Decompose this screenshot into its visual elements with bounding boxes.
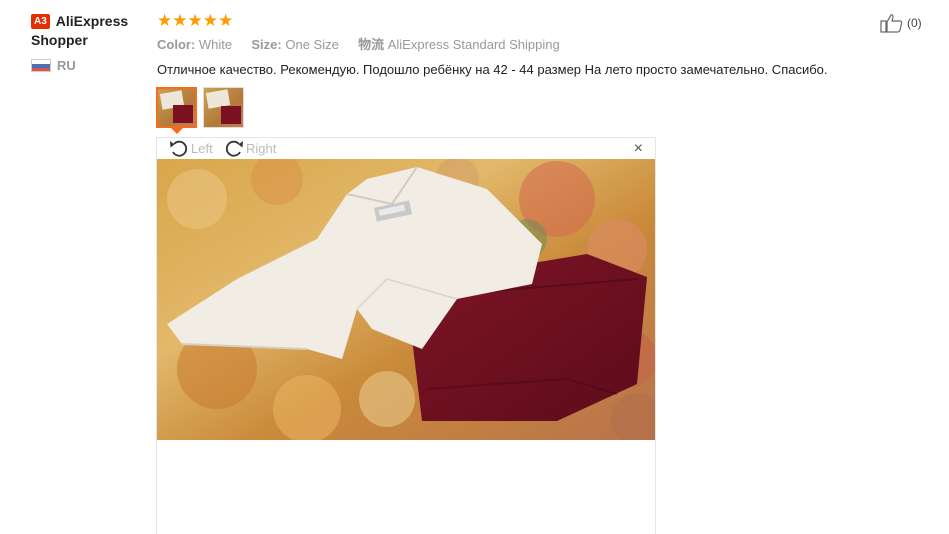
thumbnail-1[interactable] bbox=[156, 87, 197, 128]
ru-flag-icon bbox=[31, 59, 51, 72]
like-count: (0) bbox=[907, 16, 922, 30]
review-photo bbox=[157, 159, 655, 440]
size-value: One Size bbox=[285, 37, 339, 52]
image-viewer: Left Right × bbox=[156, 137, 656, 534]
rotate-left-button[interactable]: Left bbox=[168, 138, 213, 158]
reviewer-name-line2: Shopper bbox=[31, 32, 88, 48]
close-viewer-button[interactable]: × bbox=[634, 141, 643, 157]
viewer-toolbar: Left Right × bbox=[157, 138, 655, 159]
shipping-label: 物流 bbox=[358, 37, 385, 52]
star-rating: ★★★★★ bbox=[157, 11, 234, 30]
active-thumbnail-pointer bbox=[171, 128, 183, 134]
review-comment: Отличное качество. Рекомендую. Подошло р… bbox=[157, 62, 828, 77]
rotate-right-icon bbox=[225, 140, 243, 157]
review-body: ★★★★★ Color: White Size: One Size 物流 Ali… bbox=[157, 12, 857, 78]
rotate-left-icon bbox=[170, 140, 188, 157]
size-label: Size: bbox=[251, 37, 282, 52]
level-badge: A3 bbox=[31, 14, 50, 29]
country-code: RU bbox=[57, 58, 76, 73]
shipping-value: AliExpress Standard Shipping bbox=[387, 37, 560, 52]
thumbs-up-icon bbox=[880, 14, 903, 33]
color-label: Color: bbox=[157, 37, 196, 52]
rotate-right-label: Right bbox=[246, 140, 277, 156]
review-thumbnails bbox=[156, 87, 244, 128]
reviewer-name-line1: AliExpress bbox=[55, 13, 129, 29]
color-value: White bbox=[198, 37, 233, 52]
thumbnail-2[interactable] bbox=[203, 87, 244, 128]
reviewer-name: A3 AliExpress Shopper bbox=[31, 12, 141, 50]
rotate-right-button[interactable]: Right bbox=[223, 138, 276, 158]
reviewer-info: A3 AliExpress Shopper RU bbox=[31, 12, 141, 73]
order-attributes: Color: White Size: One Size 物流 AliExpres… bbox=[157, 37, 857, 53]
like-button[interactable]: (0) bbox=[880, 13, 922, 33]
reviewer-country: RU bbox=[31, 58, 141, 73]
rotate-left-label: Left bbox=[191, 140, 213, 156]
